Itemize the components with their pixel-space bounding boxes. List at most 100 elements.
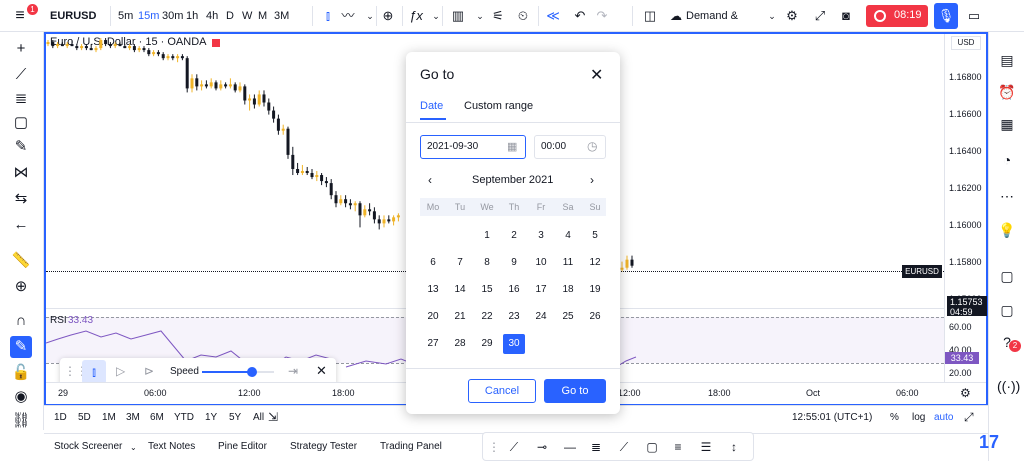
interval-m[interactable]: M xyxy=(258,0,267,32)
gear-icon[interactable]: ⚙ xyxy=(784,8,800,24)
day-16[interactable]: 16 xyxy=(503,280,525,300)
cloud-icon[interactable]: ☁ xyxy=(668,8,684,24)
range-1y[interactable]: 1Y xyxy=(205,412,217,423)
horizontal-ray-icon[interactable]: ⊸ xyxy=(533,438,551,456)
range-all[interactable]: All xyxy=(253,412,264,423)
day-14[interactable]: 14 xyxy=(449,280,471,300)
tab-date[interactable]: Date xyxy=(420,100,443,112)
day-30[interactable]: 30 xyxy=(503,334,525,354)
day-21[interactable]: 21 xyxy=(449,307,471,327)
camera-icon[interactable]: ◙ xyxy=(838,8,854,24)
goto-date-icon[interactable]: ⇲ xyxy=(268,410,278,424)
hotlist-icon[interactable]: ◔ xyxy=(997,150,1017,170)
day-4[interactable]: 4 xyxy=(557,226,579,246)
range-5d[interactable]: 5D xyxy=(78,412,91,423)
range-3m[interactable]: 3M xyxy=(126,412,140,423)
undo-icon[interactable]: ↶ xyxy=(572,8,588,24)
watchlist-icon[interactable]: ▤ xyxy=(997,50,1017,70)
parallel-channel-icon[interactable]: ≣ xyxy=(587,438,605,456)
next-month-icon[interactable]: › xyxy=(590,173,594,187)
day-20[interactable]: 20 xyxy=(422,307,444,327)
ray-icon[interactable]: ⟋ xyxy=(615,438,633,456)
measure-icon[interactable]: ⇆ xyxy=(10,188,32,210)
fib-icon[interactable]: ≡ xyxy=(669,438,687,456)
horizontal-line-icon[interactable]: — xyxy=(561,438,579,456)
link-icon[interactable]: ⛓ xyxy=(10,410,32,432)
prev-month-icon[interactable]: ‹ xyxy=(428,173,432,187)
close-icon[interactable]: ✕ xyxy=(590,65,603,85)
date-input[interactable]: 2021-09-30 ▦ xyxy=(420,135,526,159)
magnet-icon[interactable]: ∩ xyxy=(10,310,32,332)
tab-pine-editor[interactable]: Pine Editor xyxy=(218,441,267,452)
trendline-icon[interactable]: ⟋ xyxy=(10,64,32,86)
replay-icon[interactable]: ≪ xyxy=(545,8,561,24)
day-1[interactable]: 1 xyxy=(476,226,498,246)
chevron-down-icon[interactable]: ⌄ xyxy=(472,8,488,24)
layout-icon[interactable]: ◫ xyxy=(642,8,658,24)
range-1d[interactable]: 1D xyxy=(54,412,67,423)
play-icon[interactable]: ▷ xyxy=(116,364,125,378)
goto-button[interactable]: Go to xyxy=(544,379,606,403)
log-toggle[interactable]: log xyxy=(912,412,925,423)
range-5y[interactable]: 5Y xyxy=(229,412,241,423)
pattern-icon[interactable]: ⋈ xyxy=(10,162,32,184)
tab-strategy-tester[interactable]: Strategy Tester xyxy=(290,441,357,452)
tab-stock-screener[interactable]: Stock Screener xyxy=(54,441,122,452)
ideas-icon[interactable]: 💡 xyxy=(997,220,1017,240)
tab-custom-range[interactable]: Custom range xyxy=(464,100,533,112)
fullscreen-small-icon[interactable]: ⤢ xyxy=(964,410,974,425)
day-24[interactable]: 24 xyxy=(530,307,552,327)
interval-5m[interactable]: 5m xyxy=(118,0,133,32)
day-13[interactable]: 13 xyxy=(422,280,444,300)
range-1m[interactable]: 1M xyxy=(102,412,116,423)
ruler-icon[interactable]: 📏 xyxy=(10,250,32,272)
day-27[interactable]: 27 xyxy=(422,334,444,354)
calendar-icon[interactable]: ▦ xyxy=(507,140,517,153)
eye-icon[interactable]: ◉ xyxy=(10,386,32,408)
day-25[interactable]: 25 xyxy=(557,307,579,327)
close-icon[interactable]: ✕ xyxy=(316,363,327,379)
day-8[interactable]: 8 xyxy=(476,253,498,273)
jump-to-realtime-icon[interactable]: ⇥ xyxy=(288,364,298,378)
range-6m[interactable]: 6M xyxy=(150,412,164,423)
day-22[interactable]: 22 xyxy=(476,307,498,327)
range-ytd[interactable]: YTD xyxy=(174,412,194,423)
trendline-icon[interactable]: ⟋ xyxy=(505,438,523,456)
fib-icon[interactable]: ≣ xyxy=(10,88,32,110)
streams-icon[interactable]: ((·)) xyxy=(997,376,1020,396)
camera-toggle-icon[interactable]: ▭ xyxy=(966,8,982,24)
day-2[interactable]: 2 xyxy=(503,226,525,246)
vertical-line-icon[interactable]: ↕ xyxy=(725,438,743,456)
day-17[interactable]: 17 xyxy=(530,280,552,300)
fullscreen-icon[interactable]: ⤢ xyxy=(812,8,828,24)
brush-icon[interactable]: ✎ xyxy=(10,136,32,158)
currency-select[interactable]: USD xyxy=(951,36,981,50)
indicators-icon[interactable]: ƒx xyxy=(408,8,424,24)
menu-icon[interactable]: ≡ xyxy=(12,8,28,24)
cancel-button[interactable]: Cancel xyxy=(468,379,536,403)
chevron-down-icon[interactable]: ⌄ xyxy=(130,443,137,452)
crosshair-icon[interactable]: + xyxy=(10,38,32,60)
rectangle-icon[interactable]: ▢ xyxy=(643,438,661,456)
percent-toggle[interactable]: % xyxy=(890,412,899,423)
layout-name[interactable]: Demand & Su... xyxy=(686,0,762,54)
lock-icon[interactable]: 🔓 xyxy=(10,362,32,384)
microphone-icon[interactable]: 🎙 xyxy=(934,3,958,29)
messages-icon[interactable]: ▢ xyxy=(997,300,1017,320)
clock-icon[interactable]: ◷ xyxy=(587,139,597,153)
day-3[interactable]: 3 xyxy=(530,226,552,246)
interval-30m[interactable]: 30m xyxy=(162,0,183,32)
chevron-down-icon[interactable]: ⌄ xyxy=(764,8,780,24)
alerts-icon[interactable]: ⏰ xyxy=(997,82,1017,102)
price-axis[interactable]: USD 1.16800 1.16600 1.16400 1.16200 1.16000 1… xyxy=(944,34,987,382)
interval-3m[interactable]: 3M xyxy=(274,0,289,32)
select-bar-icon[interactable]: ⫾ xyxy=(82,360,106,384)
day-7[interactable]: 7 xyxy=(449,253,471,273)
day-5[interactable]: 5 xyxy=(584,226,606,246)
interval-d[interactable]: D xyxy=(226,0,234,32)
calendar-icon[interactable]: ⋯ xyxy=(997,186,1017,206)
arrow-left-icon[interactable]: ← xyxy=(10,214,32,236)
day-26[interactable]: 26 xyxy=(584,307,606,327)
day-28[interactable]: 28 xyxy=(449,334,471,354)
step-forward-icon[interactable]: ⊳ xyxy=(144,364,154,378)
